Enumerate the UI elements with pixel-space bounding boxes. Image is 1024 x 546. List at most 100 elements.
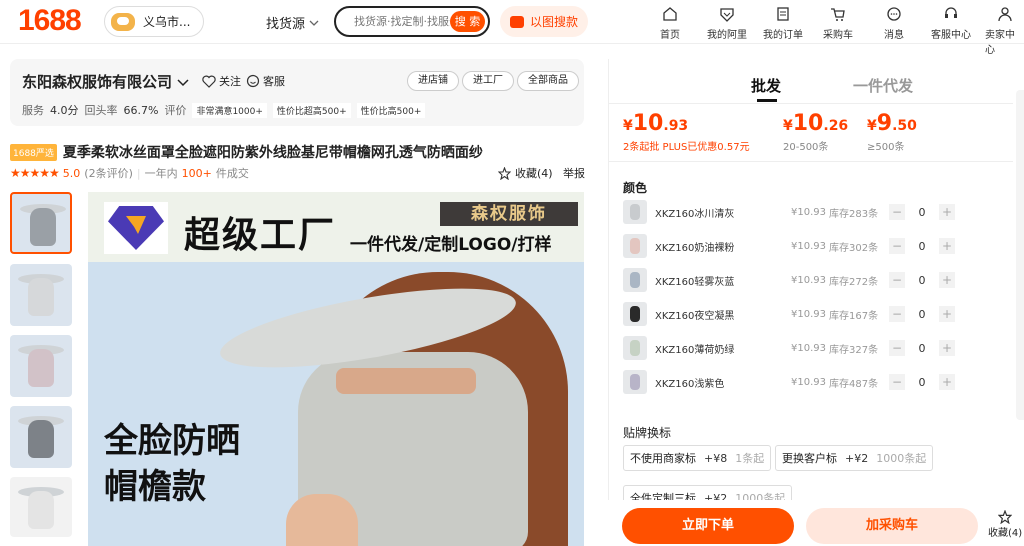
decrement-button[interactable]: − <box>889 238 905 254</box>
side-scroll-handle[interactable] <box>1016 90 1024 420</box>
divider <box>609 103 1013 104</box>
quantity-input[interactable]: 0 <box>905 206 939 219</box>
city-selector[interactable]: 义乌市... <box>104 6 204 37</box>
tier-note: 20-500条 <box>783 142 829 153</box>
favorite-button[interactable]: 收藏(4) <box>498 165 553 181</box>
nav-service-center[interactable]: 客服中心 <box>931 6 971 41</box>
quantity-input[interactable]: 0 <box>905 240 939 253</box>
city-label: 义乌市... <box>143 15 191 29</box>
customer-service-button[interactable]: 客服 <box>246 73 285 89</box>
color-name: XKZ160轻雾灰蓝 <box>655 276 735 288</box>
quantity-input[interactable]: 0 <box>905 308 939 321</box>
price-int: 10 <box>632 111 664 136</box>
nav-messages[interactable]: 消息 <box>884 6 904 41</box>
color-stock: 库存487条 <box>829 378 879 390</box>
find-source-label: 找货源 <box>266 17 306 32</box>
decrement-button[interactable]: − <box>889 306 905 322</box>
decrement-button[interactable]: − <box>889 374 905 390</box>
increment-button[interactable]: + <box>939 204 955 220</box>
main-product-image[interactable]: 超级工厂 森权服饰 一件代发/定制LOGO/打样 全脸防晒帽檐款 <box>88 192 584 546</box>
currency: ¥ <box>783 118 793 134</box>
chevron-down-icon <box>309 20 319 26</box>
star-outline-icon <box>498 166 511 180</box>
favorite-label: 收藏(4) <box>515 167 553 180</box>
label-option[interactable]: 不使用商家标 +¥8 1条起 <box>623 445 772 471</box>
color-row: XKZ160夜空凝黑 ¥10.93 库存167条 − 0 + <box>623 299 1017 329</box>
color-row: XKZ160薄荷奶绿 ¥10.93 库存327条 − 0 + <box>623 333 1017 363</box>
period-label: 一年内 <box>144 167 178 180</box>
color-swatch[interactable] <box>623 268 647 292</box>
color-price: ¥10.93 <box>791 342 826 354</box>
color-swatch[interactable] <box>623 336 647 360</box>
thumbnail-2[interactable] <box>10 264 72 326</box>
color-stock: 库存283条 <box>829 208 879 220</box>
nav-home[interactable]: 首页 <box>660 6 680 41</box>
review-tag: 非常满意1000+ <box>192 102 267 118</box>
bottom-favorite-label: 收藏(4) <box>988 528 1023 539</box>
search-input[interactable] <box>354 15 450 28</box>
thumbnail-3[interactable] <box>10 335 72 397</box>
thumbnail-4[interactable] <box>10 406 72 468</box>
nav-label: 采购车 <box>823 30 853 41</box>
increment-button[interactable]: + <box>939 238 955 254</box>
super-factory-text: 超级工厂 <box>184 215 337 256</box>
color-stock: 库存302条 <box>829 242 879 254</box>
quantity-input[interactable]: 0 <box>905 342 939 355</box>
nav-my-orders[interactable]: 我的订单 <box>763 6 803 41</box>
increment-button[interactable]: + <box>939 374 955 390</box>
site-logo[interactable]: 1688 <box>18 4 82 38</box>
service-score-label: 服务 <box>22 104 44 117</box>
decrement-button[interactable]: − <box>889 272 905 288</box>
order-icon <box>777 7 789 21</box>
thumb-mask <box>30 208 56 246</box>
factory-logo-icon <box>104 202 168 254</box>
nav-label: 我的订单 <box>763 30 803 41</box>
nav-my-ali[interactable]: 我的阿里 <box>707 6 747 41</box>
brand-tag: 森权服饰 <box>440 202 578 226</box>
color-swatch[interactable] <box>623 234 647 258</box>
thumbnail-1[interactable] <box>10 192 72 254</box>
quantity-input[interactable]: 0 <box>905 376 939 389</box>
top-header: 1688 义乌市... 找货源 搜 索 以图搜款 首页 我的阿里 我的订单 采购… <box>0 0 1024 56</box>
follow-button[interactable]: 关注 <box>202 73 241 89</box>
enter-shop-button[interactable]: 进店铺 <box>407 71 459 91</box>
color-swatch[interactable] <box>623 200 647 224</box>
tab-dropship[interactable]: 一件代发 <box>853 75 913 96</box>
review-count-link[interactable]: (2条评价) <box>84 165 133 181</box>
increment-button[interactable]: + <box>939 272 955 288</box>
shop-name[interactable]: 东阳森权服饰有限公司 <box>22 71 189 92</box>
thumbnail-5[interactable] <box>10 477 72 537</box>
label-option[interactable]: 更换客户标 +¥2 1000条起 <box>775 445 934 471</box>
product-title-text: 夏季柔软冰丝面罩全脸遮阳防紫外线脸基尼带帽檐网孔透气防晒面纱 <box>62 145 483 161</box>
chevron-down-icon <box>177 79 189 87</box>
nav-seller-center[interactable]: 卖家中心 <box>985 6 1024 56</box>
find-source-dropdown[interactable]: 找货源 <box>266 13 319 32</box>
repurchase-rate: 66.7% <box>123 103 159 117</box>
increment-button[interactable]: + <box>939 340 955 356</box>
image-search-button[interactable]: 以图搜款 <box>500 6 588 37</box>
model-photo <box>215 262 584 546</box>
all-products-button[interactable]: 全部商品 <box>517 71 579 91</box>
nav-cart[interactable]: 采购车 <box>823 6 853 41</box>
decrement-button[interactable]: − <box>889 204 905 220</box>
report-link[interactable]: 举报 <box>563 165 585 181</box>
quantity-input[interactable]: 0 <box>905 274 939 287</box>
decrement-button[interactable]: − <box>889 340 905 356</box>
tab-wholesale[interactable]: 批发 <box>751 75 781 102</box>
buy-now-button[interactable]: 立即下单 <box>622 508 794 544</box>
cart-icon <box>831 8 845 21</box>
divider: | <box>136 166 141 180</box>
avatar-icon <box>111 12 135 31</box>
bottom-favorite-button[interactable]: 收藏(4) <box>988 510 1022 539</box>
search-button[interactable]: 搜 索 <box>450 11 485 32</box>
enter-factory-button[interactable]: 进工厂 <box>462 71 514 91</box>
color-swatch[interactable] <box>623 370 647 394</box>
thumb-mask <box>28 349 54 387</box>
add-to-cart-button[interactable]: 加采购车 <box>806 508 978 544</box>
price-tier-2: ¥10.26 20-500条 <box>783 111 848 153</box>
follow-label: 关注 <box>219 75 241 88</box>
color-swatch[interactable] <box>623 302 647 326</box>
tier-note: ≥500条 <box>867 142 905 153</box>
price-dec: .26 <box>823 118 849 134</box>
increment-button[interactable]: + <box>939 306 955 322</box>
